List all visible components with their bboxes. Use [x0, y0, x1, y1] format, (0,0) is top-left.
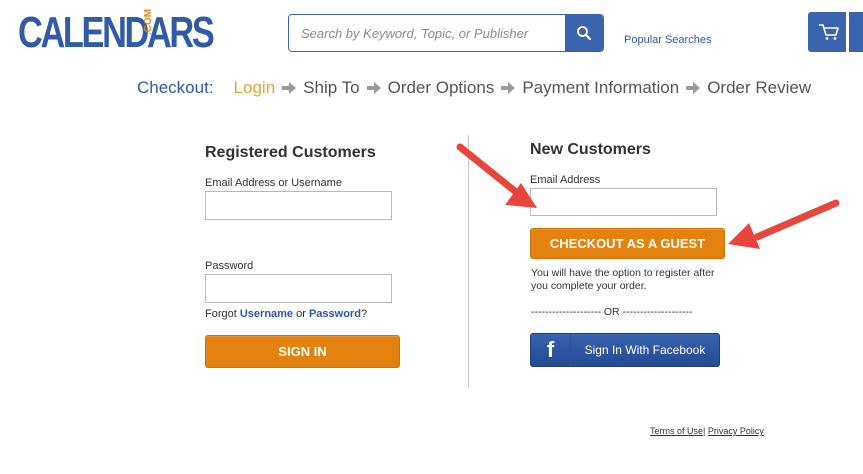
email-username-field[interactable]: [205, 191, 392, 220]
cart-icon: [819, 24, 839, 40]
annotation-arrows: [456, 143, 840, 249]
guest-email-label: Email Address: [530, 174, 601, 186]
or-separator: -------------------- OR ----------------…: [531, 306, 693, 318]
forgot-username-link[interactable]: Username: [240, 308, 293, 320]
email-username-label: Email Address or Username: [205, 177, 342, 189]
arrow-right-icon: [366, 82, 381, 94]
annotation-arrow-guest-button: [728, 199, 840, 249]
arrow-right-icon: [501, 82, 516, 94]
step-order-options: Order Options: [387, 78, 495, 97]
checkout-as-guest-button[interactable]: CHECKOUT AS A GUEST: [530, 228, 725, 259]
guest-email-field[interactable]: [530, 188, 717, 216]
step-login: Login: [233, 78, 276, 97]
new-customers-title: New Customers: [530, 141, 651, 158]
search-bar: [288, 14, 604, 52]
arrow-right-icon: [282, 82, 297, 94]
facebook-icon: f: [531, 334, 571, 366]
forgot-suffix: ?: [360, 308, 368, 320]
popular-searches-link[interactable]: Popular Searches: [624, 34, 711, 46]
search-icon: [577, 26, 591, 40]
password-field[interactable]: [205, 274, 392, 303]
forgot-password-link[interactable]: Password: [309, 308, 361, 320]
password-label: Password: [205, 260, 254, 272]
column-divider: [468, 135, 469, 388]
annotation-arrow-email: [456, 143, 537, 208]
logo-suffix: .COM: [143, 8, 154, 36]
facebook-sign-in-label: Sign In With Facebook: [584, 343, 706, 357]
cart-divider: [846, 12, 849, 52]
register-later-note: You will have the option to register aft…: [531, 267, 715, 292]
privacy-policy-link[interactable]: Privacy Policy: [708, 426, 764, 436]
forgot-credentials: Forgot Username or Password?: [205, 308, 367, 320]
forgot-prefix: Forgot: [205, 308, 237, 320]
checkout-label: Checkout:: [137, 78, 214, 97]
cart-button[interactable]: [808, 12, 863, 52]
arrow-right-icon: [686, 82, 701, 94]
search-input[interactable]: [289, 15, 565, 51]
step-ship-to: Ship To: [303, 78, 360, 97]
checkout-steps: Checkout: Login Ship To Order Options Pa…: [137, 78, 811, 98]
terms-of-use-link[interactable]: Terms of Use: [650, 426, 703, 436]
facebook-sign-in-button[interactable]: f Sign In With Facebook: [530, 333, 720, 367]
step-payment-information: Payment Information: [522, 78, 680, 97]
footer-links: Terms of Use| Privacy Policy: [650, 426, 764, 436]
footer-separator: |: [703, 426, 706, 436]
registered-customers-title: Registered Customers: [205, 144, 376, 161]
search-button[interactable]: [565, 15, 603, 51]
forgot-or: or: [296, 308, 306, 320]
step-order-review: Order Review: [707, 78, 812, 97]
sign-in-button[interactable]: SIGN IN: [205, 335, 400, 368]
logo-text: CALENDARS: [18, 8, 215, 57]
